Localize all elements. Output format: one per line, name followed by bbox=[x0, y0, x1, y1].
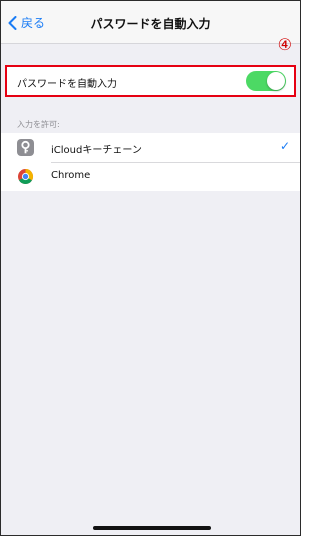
chrome-label: Chrome bbox=[51, 170, 91, 181]
icloud-keychain-label: iCloudキーチェーン bbox=[51, 145, 142, 156]
chrome-icon bbox=[18, 169, 34, 185]
navigation-bar: 戻る パスワードを自動入力 bbox=[1, 1, 300, 44]
autofill-switch[interactable] bbox=[246, 71, 286, 91]
page-title: パスワードを自動入力 bbox=[90, 17, 211, 31]
allow-section-header: 入力を許可: bbox=[17, 120, 60, 129]
list-item-chrome[interactable]: Chrome bbox=[1, 162, 300, 191]
autofill-label: パスワードを自動入力 bbox=[17, 79, 117, 90]
list-item-icloud-keychain[interactable]: iCloudキーチェーン ✓ bbox=[1, 133, 300, 163]
step-marker: ④ bbox=[277, 35, 292, 54]
switch-knob bbox=[267, 72, 285, 90]
autofill-toggle-row: パスワードを自動入力 bbox=[5, 65, 296, 97]
keychain-icon bbox=[17, 139, 34, 156]
allow-list: iCloudキーチェーン ✓ Chrome bbox=[1, 133, 300, 191]
checkmark-icon: ✓ bbox=[279, 139, 290, 153]
settings-screen: 戻る パスワードを自動入力 ④ パスワードを自動入力 入力を許可: iCloud… bbox=[0, 0, 301, 536]
home-indicator[interactable] bbox=[93, 526, 211, 530]
